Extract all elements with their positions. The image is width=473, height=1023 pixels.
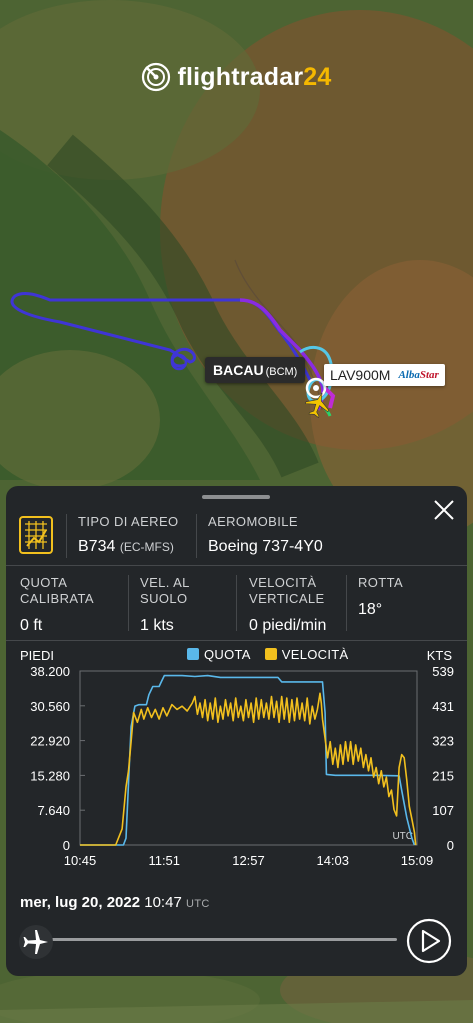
flight-callsign: LAV900M (330, 367, 391, 383)
y-left-tick-label: 0 (63, 838, 70, 853)
y-right-tick-label: 0 (447, 838, 454, 853)
brand-name: flightradar24 (177, 62, 332, 91)
airport-code: (BCM) (265, 366, 298, 378)
series-line-speed (80, 692, 417, 846)
y-right-tick-label: 107 (432, 803, 454, 818)
x-tick-label: 12:57 (232, 853, 265, 868)
right-axis-title: KTS (427, 648, 453, 663)
airport-label[interactable]: BACAU (BCM) (205, 357, 306, 383)
stat-heading: ROTTA 18° (358, 575, 404, 618)
y-left-tick-label: 38.200 (30, 664, 70, 679)
y-right-tick-label: 431 (432, 699, 454, 714)
close-icon[interactable] (432, 498, 456, 522)
flight-details-panel: TIPO DI AEREO B734 (EC-MFS) AEROMOBILE B… (6, 486, 467, 976)
aircraft-label: AEROMOBILE (208, 514, 298, 529)
radar-icon (142, 62, 171, 92)
airline-logo: AlbaStar (398, 369, 439, 381)
stat-altitude: QUOTA CALIBRATA 0 ft (20, 575, 94, 634)
x-tick-label: 14:03 (316, 853, 349, 868)
stat-ground-speed: VEL. AL SUOLO 1 kts (140, 575, 190, 634)
aircraft-type-label: TIPO DI AEREO (78, 514, 179, 529)
x-tick-label: 11:51 (148, 853, 180, 868)
x-tick-label: 10:45 (64, 853, 97, 868)
aircraft-model: Boeing 737-4Y0 (208, 538, 323, 555)
flight-profile-chart[interactable]: PIEDI KTS 38.200 30.560 22.920 15.280 7.640 0 53… (6, 641, 467, 881)
drag-handle[interactable] (202, 495, 270, 499)
y-right-tick-label: 215 (432, 768, 454, 783)
aircraft-registration: (EC-MFS) (119, 540, 174, 554)
y-left-tick-label: 30.560 (30, 699, 70, 714)
left-axis-title: PIEDI (20, 648, 54, 663)
playback-slider[interactable] (34, 938, 397, 941)
y-right-tick-label: 323 (432, 734, 454, 749)
airport-name: BACAU (213, 362, 264, 378)
y-left-tick-label: 22.920 (30, 734, 70, 749)
flightradar24-logo: flightradar24 (0, 62, 473, 92)
flight-label[interactable]: LAV900M AlbaStar (324, 364, 445, 386)
x-tick-label: 15:09 (401, 853, 434, 868)
playback-knob[interactable] (18, 924, 54, 960)
y-left-tick-label: 7.640 (37, 803, 70, 818)
y-right-tick-label: 539 (432, 664, 454, 679)
aircraft-type-value: B734 (78, 538, 116, 555)
aircraft-type-icon (19, 516, 53, 554)
y-left-tick-label: 15.280 (30, 768, 70, 783)
playback-date: mer, lug 20, 2022 10:47 UTC (20, 894, 210, 911)
play-button[interactable] (406, 918, 452, 964)
stat-vertical-speed: VELOCITÀ VERTICALE 0 piedi/min (249, 575, 327, 634)
